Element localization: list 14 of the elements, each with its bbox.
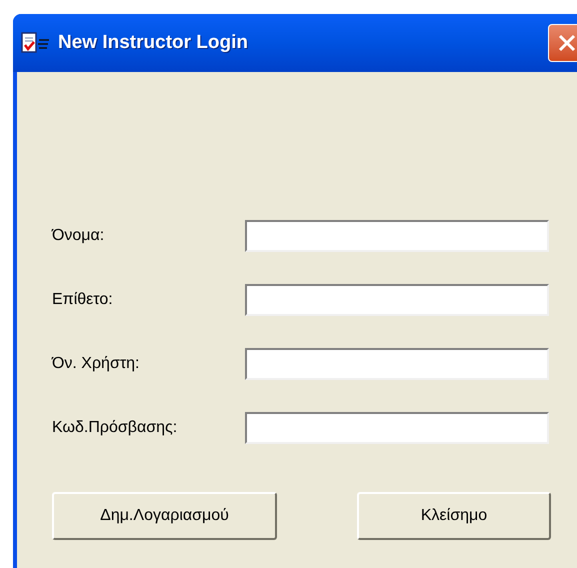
- close-button[interactable]: [548, 24, 577, 62]
- field-label: Κωδ.Πρόσβασης:: [52, 418, 178, 438]
- text-field[interactable]: [245, 348, 549, 380]
- field-label: Όνομα:: [52, 226, 106, 246]
- close-icon: [557, 33, 577, 53]
- dialog-button[interactable]: Δημ.Λογαριασμού: [52, 492, 277, 540]
- field-label: Επίθετο:: [52, 290, 114, 310]
- text-field[interactable]: [245, 220, 549, 252]
- text-field[interactable]: [245, 284, 549, 316]
- dialog-button[interactable]: Κλείσημο: [357, 492, 551, 540]
- window-title: New Instructor Login: [58, 30, 248, 55]
- document-check-icon: [20, 31, 52, 55]
- text-field[interactable]: [245, 412, 549, 444]
- field-label: Όν. Χρήστη:: [52, 354, 140, 374]
